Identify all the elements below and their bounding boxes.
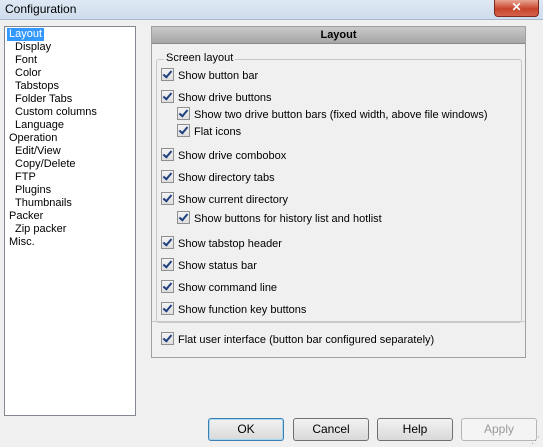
check-icon bbox=[161, 90, 174, 103]
window-title: Configuration bbox=[5, 2, 77, 16]
checkbox-label: Show function key buttons bbox=[178, 304, 307, 316]
checkbox-label: Show current directory bbox=[178, 194, 289, 206]
tree-item-ftp[interactable]: FTP bbox=[15, 171, 36, 184]
checkbox-label: Show tabstop header bbox=[178, 238, 282, 250]
checkbox-show-function-key-buttons[interactable]: Show function key buttons bbox=[161, 302, 306, 316]
tree-item-color[interactable]: Color bbox=[15, 67, 41, 80]
tree-item-copy-delete[interactable]: Copy/Delete bbox=[15, 158, 76, 171]
check-icon bbox=[177, 124, 190, 137]
tree-item-thumbnails[interactable]: Thumbnails bbox=[15, 197, 72, 210]
tree-item-misc[interactable]: Misc. bbox=[9, 236, 35, 249]
check-icon bbox=[177, 107, 190, 120]
checkbox-label: Show drive buttons bbox=[178, 92, 272, 104]
checkbox-label: Show two drive button bars (fixed width,… bbox=[194, 109, 488, 121]
settings-panel: Layout Screen layout Show button bar Sho… bbox=[151, 26, 526, 358]
check-icon bbox=[161, 148, 174, 161]
tree-item-zip-packer[interactable]: Zip packer bbox=[15, 223, 66, 236]
tree-item-folder-tabs[interactable]: Folder Tabs bbox=[15, 93, 72, 106]
check-icon bbox=[161, 280, 174, 293]
close-icon: ✕ bbox=[511, 0, 522, 14]
checkbox-label: Show buttons for history list and hotlis… bbox=[194, 213, 382, 225]
checkbox-label: Show button bar bbox=[178, 70, 259, 82]
check-icon bbox=[161, 236, 174, 249]
group-title: Screen layout bbox=[164, 52, 236, 64]
checkbox-label: Show status bar bbox=[178, 260, 257, 272]
checkbox-show-button-bar[interactable]: Show button bar bbox=[161, 68, 258, 82]
resize-grip-icon[interactable]: ⋰ bbox=[531, 435, 541, 445]
settings-tree[interactable]: Layout Display Font Color Tabstops Folde… bbox=[4, 26, 136, 416]
check-icon bbox=[161, 332, 174, 345]
title-bar: Configuration ✕ bbox=[0, 0, 543, 20]
checkbox-two-drive-button-bars[interactable]: Show two drive button bars (fixed width,… bbox=[177, 107, 487, 121]
check-icon bbox=[177, 211, 190, 224]
checkbox-show-current-directory[interactable]: Show current directory bbox=[161, 192, 288, 206]
checkbox-history-hotlist-buttons[interactable]: Show buttons for history list and hotlis… bbox=[177, 211, 382, 225]
ok-button[interactable]: OK bbox=[208, 418, 284, 441]
tree-item-language[interactable]: Language bbox=[15, 119, 64, 132]
cancel-button[interactable]: Cancel bbox=[293, 418, 369, 441]
checkbox-show-tabstop-header[interactable]: Show tabstop header bbox=[161, 236, 282, 250]
tree-item-operation[interactable]: Operation bbox=[9, 132, 57, 145]
tree-item-custom-columns[interactable]: Custom columns bbox=[15, 106, 97, 119]
checkbox-show-drive-combobox[interactable]: Show drive combobox bbox=[161, 148, 286, 162]
apply-button[interactable]: Apply bbox=[461, 418, 537, 441]
checkbox-show-drive-buttons[interactable]: Show drive buttons bbox=[161, 90, 272, 104]
checkbox-flat-user-interface[interactable]: Flat user interface (button bar configur… bbox=[161, 332, 434, 346]
checkbox-flat-icons[interactable]: Flat icons bbox=[177, 124, 241, 138]
tree-item-display[interactable]: Display bbox=[15, 41, 51, 54]
check-icon bbox=[161, 170, 174, 183]
tree-item-packer[interactable]: Packer bbox=[9, 210, 43, 223]
checkbox-label: Show drive combobox bbox=[178, 150, 287, 162]
tree-item-layout[interactable]: Layout bbox=[7, 28, 45, 41]
checkbox-label: Show command line bbox=[178, 282, 278, 294]
check-icon bbox=[161, 68, 174, 81]
help-button[interactable]: Help bbox=[377, 418, 453, 441]
divider bbox=[152, 321, 525, 322]
checkbox-show-status-bar[interactable]: Show status bar bbox=[161, 258, 257, 272]
tree-item-plugins[interactable]: Plugins bbox=[15, 184, 51, 197]
close-button[interactable]: ✕ bbox=[494, 0, 539, 17]
check-icon bbox=[161, 192, 174, 205]
check-icon bbox=[161, 302, 174, 315]
checkbox-label: Show directory tabs bbox=[178, 172, 275, 184]
tree-item-edit-view[interactable]: Edit/View bbox=[15, 145, 61, 158]
checkbox-show-directory-tabs[interactable]: Show directory tabs bbox=[161, 170, 275, 184]
tree-item-font[interactable]: Font bbox=[15, 54, 37, 67]
checkbox-show-command-line[interactable]: Show command line bbox=[161, 280, 277, 294]
tree-item-tabstops[interactable]: Tabstops bbox=[15, 80, 59, 93]
panel-header: Layout bbox=[152, 27, 525, 44]
checkbox-label: Flat icons bbox=[194, 126, 242, 138]
checkbox-label: Flat user interface (button bar configur… bbox=[178, 334, 435, 346]
check-icon bbox=[161, 258, 174, 271]
